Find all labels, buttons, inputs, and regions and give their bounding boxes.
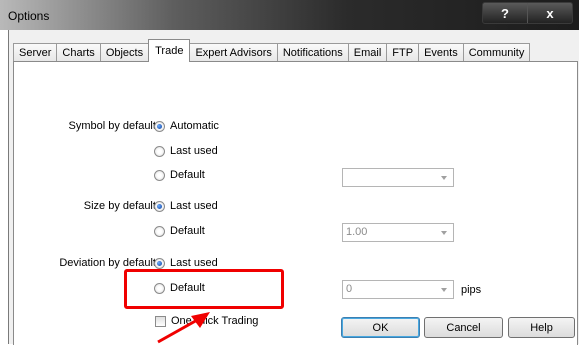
tab-bar: Server Charts Objects Trade Expert Advis… [9, 39, 531, 62]
options-dialog: Server Charts Objects Trade Expert Advis… [8, 30, 579, 345]
chevron-down-icon [441, 231, 447, 235]
combo-value: 1.00 [346, 226, 368, 238]
annotation-arrow-icon [157, 312, 210, 344]
cancel-button[interactable]: Cancel [424, 317, 503, 338]
radio-icon [154, 169, 165, 181]
tab-charts[interactable]: Charts [56, 43, 101, 62]
radio-label: Last used [170, 145, 218, 157]
radio-icon [154, 225, 165, 237]
symbol-default-label: Symbol by default: [68, 120, 160, 132]
radio-label: Default [170, 225, 205, 237]
size-default-label: Size by default: [83, 200, 159, 212]
ok-button[interactable]: OK [341, 317, 420, 338]
help-icon[interactable]: ? [483, 3, 527, 23]
size-default-radio[interactable]: Default [154, 225, 205, 237]
annotation-highlight-box [124, 269, 284, 309]
radio-label: Default [170, 169, 205, 181]
radio-selected-icon [154, 120, 165, 132]
combo-value: 0 [346, 283, 353, 295]
chevron-down-icon [441, 176, 447, 180]
deviation-combo[interactable]: 0 [342, 280, 454, 299]
deviation-default-label: Deviation by default: [59, 257, 159, 269]
deviation-last-used-radio[interactable]: Last used [154, 257, 218, 269]
radio-label: Last used [170, 257, 218, 269]
radio-label: Automatic [170, 120, 219, 132]
tab-server[interactable]: Server [13, 43, 58, 62]
window-title: Options [8, 9, 50, 23]
help-button[interactable]: Help [508, 317, 575, 338]
tab-expert-advisors[interactable]: Expert Advisors [189, 43, 278, 62]
symbol-combo[interactable] [342, 168, 454, 187]
radio-selected-icon [154, 200, 165, 212]
tab-community[interactable]: Community [462, 43, 531, 62]
size-last-used-radio[interactable]: Last used [154, 200, 218, 212]
title-bar: Options ? x [0, 0, 579, 30]
radio-icon [154, 145, 165, 157]
symbol-default-radio[interactable]: Default [154, 169, 205, 181]
trade-panel: Symbol by default: Automatic Last used D… [13, 61, 578, 345]
tab-ftp[interactable]: FTP [386, 43, 420, 62]
symbol-last-used-radio[interactable]: Last used [154, 145, 218, 157]
radio-label: Last used [170, 200, 218, 212]
pips-unit-label: pips [461, 284, 482, 296]
window-controls: ? x [482, 2, 573, 24]
tab-notifications[interactable]: Notifications [276, 43, 349, 62]
chevron-down-icon [441, 288, 447, 292]
tab-events[interactable]: Events [418, 43, 464, 62]
tab-objects[interactable]: Objects [99, 43, 150, 62]
size-combo[interactable]: 1.00 [342, 223, 454, 242]
tab-trade[interactable]: Trade [148, 39, 191, 62]
radio-selected-icon [154, 257, 165, 269]
tab-email[interactable]: Email [347, 43, 388, 62]
close-icon[interactable]: x [527, 3, 572, 23]
symbol-automatic-radio[interactable]: Automatic [154, 120, 219, 132]
